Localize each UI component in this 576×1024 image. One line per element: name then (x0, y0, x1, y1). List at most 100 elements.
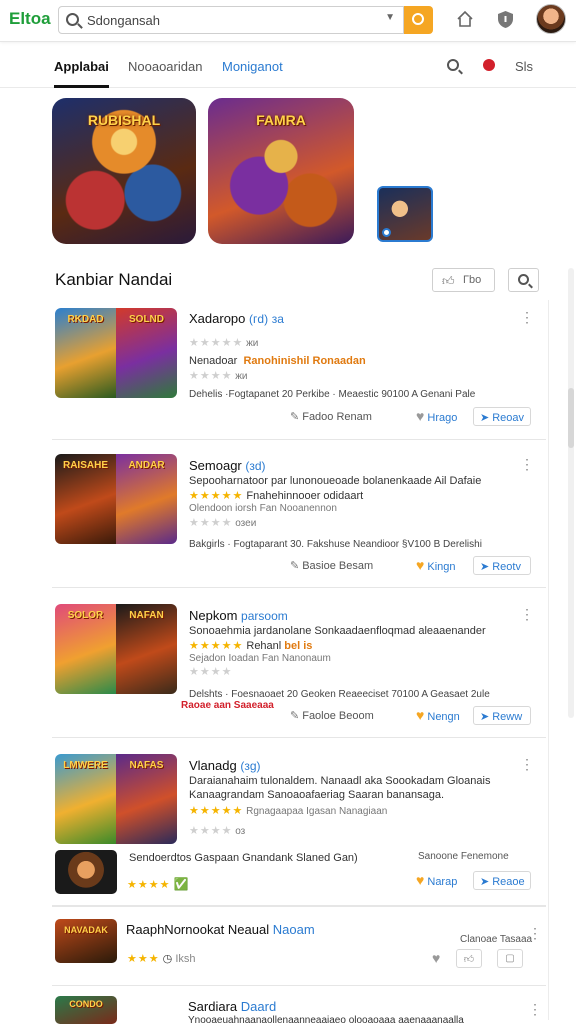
search-field[interactable]: ▼ (58, 6, 404, 34)
rating-tag: (зd) (245, 459, 266, 473)
meta-line: Dehelis ·Fogtapanet 20 Perkibe · Meaesti… (189, 389, 476, 400)
rating-row: ★★★★ (189, 665, 232, 678)
rating-row: ★★★★ ✅ (127, 877, 188, 891)
edit-action[interactable]: ✎ Fadoo Renam (290, 410, 372, 423)
save-action[interactable]: ♥ Hrago (416, 408, 457, 424)
heart-icon: ♥ (432, 950, 441, 966)
scrollbar-thumb[interactable] (568, 388, 574, 448)
tab-bar: Applabai Nooaoaridan Moniganot Sls (0, 42, 576, 88)
share-icon: ➤ (480, 876, 490, 888)
game-thumbnail[interactable]: CONDO (55, 996, 117, 1024)
review-label: Reww (492, 711, 523, 723)
selected-indicator-icon (382, 228, 391, 237)
tab-applabai[interactable]: Applabai (54, 59, 109, 88)
home-icon[interactable] (456, 10, 474, 28)
divider (548, 300, 549, 1020)
thumbnail-label: CONDO (69, 999, 103, 1009)
game-thumbnail[interactable]: LMWERE NAFAS (55, 754, 177, 844)
game-title[interactable]: Vlanadg (зg) (189, 758, 261, 773)
heart-icon: ♥ (416, 557, 425, 573)
like-filter-button[interactable]: 👍︎ Гbo (432, 268, 495, 292)
description-line: ★★★★★ Fnahehinnooer odidaart (189, 489, 363, 502)
game-thumbnail[interactable]: RAISAHE ANDAR (55, 454, 177, 544)
review-button[interactable]: ➤ Reaoe (473, 871, 531, 890)
save-action-label: Narap (427, 876, 458, 888)
featured-game-1[interactable]: RUBISHAL (52, 98, 196, 244)
description-line: Sejadon Ioadan Fan Nanonaum (189, 653, 331, 664)
edit-action-label: Fadoo Renam (302, 411, 372, 423)
chevron-down-icon[interactable]: ▼ (385, 12, 395, 23)
search-icon (518, 274, 529, 285)
edit-action[interactable]: ✎ Basioe Besam (290, 559, 373, 572)
rating-row: ★★★★ жи (189, 369, 248, 382)
description-line: ★★★★★ Rehanl bel is (189, 639, 312, 652)
star-rating: ★★★★★ (189, 805, 244, 817)
search-icon[interactable] (447, 59, 459, 71)
featured-game-3[interactable] (377, 186, 433, 242)
game-thumbnail[interactable] (55, 850, 117, 894)
review-button[interactable]: ➤ Reww (473, 706, 531, 725)
search-input[interactable] (87, 11, 377, 30)
game-card[interactable]: RKDAD SOLND Xadaropo (гd) за ⋮ ★★★★★ жи … (52, 306, 546, 440)
game-thumbnail[interactable]: NAVADAK (55, 919, 117, 963)
search-button[interactable] (404, 6, 433, 34)
shield-icon[interactable] (497, 10, 514, 29)
game-title[interactable]: Semoagr (зd) (189, 458, 266, 473)
section-search-button[interactable] (508, 268, 539, 292)
game-card[interactable]: SOLOR NAFAN Raoae aan Saaeaaa Nepkom par… (52, 603, 546, 738)
game-card[interactable]: RAISAHE ANDAR Semoagr (зd) ⋮ Sepooharnat… (52, 453, 546, 588)
review-button[interactable]: ➤ Reotv (473, 556, 531, 575)
game-thumbnail[interactable]: SOLOR NAFAN (55, 604, 177, 694)
thumbnail-label: SOLOR (67, 610, 104, 621)
save-action[interactable]: ♥ Kingn (416, 557, 456, 573)
related-game-meta: Sanoone Fenemone (418, 851, 509, 862)
save-action[interactable]: ♥ Nengn (416, 707, 460, 723)
description-line: Olendoon iorsh Fan Nooanennon (189, 503, 337, 514)
featured-game-2[interactable]: FAMRA (208, 98, 354, 244)
star-rating: ★★★★ (189, 666, 233, 678)
thumbnail-label: LMWERE (63, 760, 108, 771)
highlight-text: bel is (284, 640, 313, 652)
more-icon[interactable]: ⋮ (520, 757, 534, 771)
section-title: Kanbiar Nandai (55, 270, 173, 289)
rating-tag: (гd) (249, 312, 269, 326)
share-icon: ➤ (480, 412, 490, 424)
rating-row: ★★★★★ жи (189, 336, 258, 349)
more-icon[interactable]: ⋮ (528, 926, 564, 940)
more-icon[interactable]: ⋮ (520, 457, 534, 471)
more-icon[interactable]: ⋮ (520, 607, 534, 621)
review-button[interactable]: ➤ Reoav (473, 407, 531, 426)
heart-icon: ♥ (416, 707, 425, 723)
star-rating: ★★★★ (189, 370, 233, 382)
review-label: Reotv (492, 561, 521, 573)
tab-nooaoaridan[interactable]: Nooaoaridan (128, 59, 202, 74)
save-action[interactable]: ♥ Narap (416, 872, 457, 888)
sort-label[interactable]: Sls (515, 59, 533, 74)
game-title[interactable]: Sardiara Daard (188, 999, 276, 1014)
featured-game-title: RUBISHAL (87, 112, 161, 128)
description-line: Ynooaeuahnaanaollenaanneaaiaeo olooaoaaa… (188, 1015, 464, 1024)
scrollbar[interactable] (568, 268, 574, 718)
game-title[interactable]: RaaphNornookat Neaual Naoam (126, 922, 315, 937)
like-button[interactable]: 👍︎ (456, 949, 482, 968)
rating-count: жи (235, 371, 248, 382)
thumbnail-label: RAISAHE (62, 460, 108, 471)
pencil-icon: ✎ (290, 411, 300, 423)
edit-action-label: Faoloe Beoom (302, 710, 374, 722)
app-logo[interactable]: Eltoa (9, 9, 51, 29)
bell-icon[interactable] (483, 59, 495, 71)
avatar[interactable] (536, 4, 566, 34)
tab-moniganot[interactable]: Moniganot (222, 59, 283, 74)
game-title[interactable]: Xadaropo (гd) за (189, 311, 284, 326)
game-badge: Raoae aan Saaeaaa (181, 700, 274, 711)
game-thumbnail[interactable]: RKDAD SOLND (55, 308, 177, 398)
save-action[interactable]: ♥ (432, 950, 440, 966)
edit-action[interactable]: ✎ Faoloe Beoom (290, 709, 374, 722)
related-game-meta: Clanoae Tasaaa (460, 934, 533, 945)
more-icon[interactable]: ⋮ (528, 1002, 564, 1016)
title-suffix: parsoom (241, 609, 288, 623)
star-rating: ★★★ (127, 953, 160, 965)
comment-button[interactable]: ▢ (497, 949, 523, 968)
more-icon[interactable]: ⋮ (520, 310, 534, 324)
game-title[interactable]: Nepkom parsoom (189, 608, 288, 623)
